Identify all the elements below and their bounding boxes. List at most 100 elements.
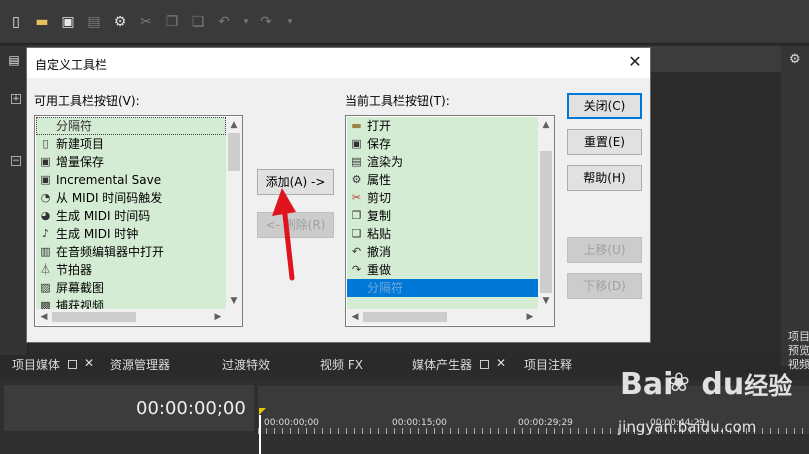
list-item[interactable]: ⚙ 属性 — [347, 171, 538, 189]
list-item[interactable]: ❐ 复制 — [347, 207, 538, 225]
redo-icon: ↷ — [351, 263, 362, 276]
help-button[interactable]: 帮助(H) — [567, 165, 642, 191]
watermark-url: jingyan.baidu.com — [618, 418, 757, 436]
list-item-label: 保存 — [367, 137, 392, 151]
annotation-arrow-icon — [272, 188, 296, 281]
move-down-button[interactable]: 下移(D) — [567, 273, 642, 299]
tab-explorer[interactable]: 资源管理器 — [110, 356, 170, 373]
collapse-icon[interactable]: − — [11, 156, 21, 166]
close-icon[interactable]: ✕ — [496, 356, 506, 370]
available-buttons-list[interactable]: 分隔符 ▯ 新建项目 ▣ 增量保存 ▣ Incremental Save ◔ 从 MID… — [34, 115, 243, 327]
save-icon[interactable]: ▣ — [60, 14, 76, 30]
midi-timecode-icon: ◕ — [40, 209, 51, 222]
cut-icon[interactable]: ✂ — [138, 14, 154, 30]
panel-menu-icon[interactable]: ▤ — [6, 52, 22, 68]
vertical-scrollbar[interactable]: ▲ ▼ — [538, 117, 554, 309]
list-item-label: Incremental Save — [56, 173, 162, 187]
list-item[interactable]: ▨ 屏幕截图 — [36, 279, 226, 297]
ruler-label: 00:00:15;00 — [392, 418, 447, 428]
gear-icon: ⚙ — [351, 173, 362, 186]
horizontal-scrollbar[interactable]: ◀ ▶ — [347, 309, 538, 325]
open-folder-icon[interactable]: ▬ — [34, 14, 50, 30]
list-item[interactable]: ◕ 生成 MIDI 时间码 — [36, 207, 226, 225]
right-panel: ⚙ — [781, 46, 809, 366]
scroll-thumb[interactable] — [363, 312, 447, 322]
vertical-scrollbar[interactable]: ▲ ▼ — [226, 117, 242, 309]
list-item[interactable]: ▣ Incremental Save — [36, 171, 226, 189]
move-up-button[interactable]: 上移(U) — [567, 237, 642, 263]
list-item[interactable]: ▬ 打开 — [347, 117, 538, 135]
dropdown-icon[interactable]: ▾ — [282, 14, 298, 30]
scroll-up-icon[interactable]: ▲ — [226, 117, 242, 133]
paw-icon: ❀ — [668, 368, 690, 398]
tab-project-notes[interactable]: 项目注释 — [524, 356, 572, 373]
close-button[interactable]: 关闭(C) — [567, 93, 642, 119]
midi-clock-icon: ♪ — [41, 227, 50, 240]
current-buttons-list[interactable]: ▬ 打开 ▣ 保存 ▤ 渲染为 ⚙ 属性 ✂ 剪切 ❐ 复制 ❏ 粘贴 ↶ 撤消 ↷ 重做 分隔符… — [345, 115, 555, 327]
scroll-down-icon[interactable]: ▼ — [226, 293, 242, 309]
list-item[interactable]: ▤ 渲染为 — [347, 153, 538, 171]
dialog-titlebar[interactable]: 自定义工具栏 ✕ — [27, 48, 650, 78]
list-item[interactable]: 分隔符 — [36, 117, 226, 135]
list-item-label: 粘贴 — [367, 227, 392, 241]
tab-transitions[interactable]: 过渡特效 — [222, 356, 270, 373]
reset-button[interactable]: 重置(E) — [567, 129, 642, 155]
expand-icon[interactable]: + — [11, 94, 21, 104]
playhead-line[interactable] — [259, 415, 261, 454]
copy-icon[interactable]: ❐ — [164, 14, 180, 30]
list-item-label: 新建项目 — [56, 137, 105, 151]
left-strip: ▤ — [0, 46, 28, 356]
scroll-right-icon[interactable]: ▶ — [210, 309, 226, 325]
scroll-thumb[interactable] — [540, 151, 552, 293]
close-icon[interactable]: ✕ — [84, 356, 94, 370]
scroll-thumb[interactable] — [228, 133, 240, 171]
list-item[interactable]: ↶ 撤消 — [347, 243, 538, 261]
list-item-label: 生成 MIDI 时钟 — [56, 227, 139, 241]
list-item-label: 渲染为 — [367, 155, 404, 169]
properties-icon[interactable]: ▤ — [86, 14, 102, 30]
customize-toolbar-dialog: 自定义工具栏 ✕ 可用工具栏按钮(V): 当前工具栏按钮(T): 分隔符 ▯ 新建… — [26, 47, 651, 343]
pin-icon[interactable] — [480, 360, 489, 369]
redo-icon[interactable]: ↷ — [258, 14, 274, 30]
list-item[interactable]: ▯ 新建项目 — [36, 135, 226, 153]
tab-media-generators[interactable]: 媒体产生器 — [412, 356, 472, 373]
tab-video-fx[interactable]: 视频 FX — [320, 356, 363, 373]
scroll-down-icon[interactable]: ▼ — [538, 293, 554, 309]
list-item[interactable]: ⏃ 节拍器 — [36, 261, 226, 279]
pin-icon[interactable] — [68, 360, 77, 369]
list-item[interactable]: ♪ 生成 MIDI 时钟 — [36, 225, 226, 243]
ruler-label: 00:00:00;00 — [264, 418, 319, 428]
list-item[interactable]: ◔ 从 MIDI 时间码触发 — [36, 189, 226, 207]
undo-icon[interactable]: ↶ — [216, 14, 232, 30]
copy-icon: ❐ — [351, 209, 362, 222]
list-item[interactable]: ✂ 剪切 — [347, 189, 538, 207]
list-item-label: 分隔符 — [367, 281, 404, 295]
list-item[interactable]: ▣ 保存 — [347, 135, 538, 153]
scroll-left-icon[interactable]: ◀ — [36, 309, 52, 325]
paste-icon[interactable]: ❏ — [190, 14, 206, 30]
scroll-up-icon[interactable]: ▲ — [538, 117, 554, 133]
open-folder-icon: ▬ — [351, 119, 362, 132]
list-item[interactable]: ▣ 增量保存 — [36, 153, 226, 171]
list-item[interactable]: ↷ 重做 — [347, 261, 538, 279]
horizontal-scrollbar[interactable]: ◀ ▶ — [36, 309, 226, 325]
list-item[interactable]: ❏ 粘贴 — [347, 225, 538, 243]
main-toolbar: ▯ ▬ ▣ ▤ ⚙ ✂ ❐ ❏ ↶ ▾ ↷ ▾ — [0, 0, 809, 44]
ruler-label: 00:00:29;29 — [518, 418, 573, 428]
tab-project-media[interactable]: 项目媒体 — [12, 356, 60, 373]
list-item-label: 屏幕截图 — [56, 281, 105, 295]
new-file-icon[interactable]: ▯ — [8, 14, 24, 30]
audio-editor-icon: ▥ — [40, 245, 51, 258]
gear-icon[interactable]: ⚙ — [112, 14, 128, 30]
dropdown-icon[interactable]: ▾ — [238, 14, 254, 30]
scroll-left-icon[interactable]: ◀ — [347, 309, 363, 325]
scroll-right-icon[interactable]: ▶ — [522, 309, 538, 325]
cut-icon: ✂ — [351, 191, 362, 204]
gear-icon[interactable]: ⚙ — [789, 52, 801, 67]
scroll-thumb[interactable] — [52, 312, 136, 322]
playhead-marker[interactable] — [259, 408, 266, 415]
list-item-label: 撤消 — [367, 245, 392, 259]
list-item-selected[interactable]: 分隔符 — [347, 279, 538, 297]
list-item[interactable]: ▥ 在音频编辑器中打开 — [36, 243, 226, 261]
close-icon[interactable]: ✕ — [625, 52, 645, 71]
